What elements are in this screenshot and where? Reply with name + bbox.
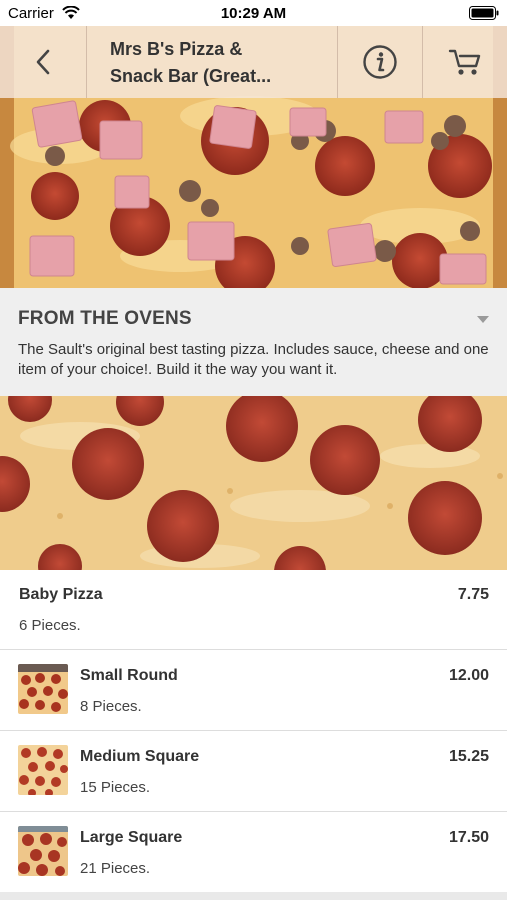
item-thumbnail [18, 826, 68, 876]
category-header[interactable]: FROM THE OVENS The Sault's original best… [0, 288, 507, 396]
item-thumbnail [18, 745, 68, 795]
page-title: Mrs B's Pizza & Snack Bar (Great... [110, 36, 330, 90]
item-name: Large Square [80, 829, 183, 846]
item-description: 15 Pieces. [80, 779, 151, 796]
back-button[interactable] [0, 26, 86, 98]
info-button[interactable] [338, 26, 422, 98]
item-name: Baby Pizza [19, 586, 103, 603]
item-description: 6 Pieces. [19, 617, 81, 634]
item-price: 12.00 [448, 667, 489, 684]
item-thumbnail [18, 664, 68, 714]
cart-icon [448, 49, 481, 75]
category-description: The Sault's original best tasting pizza.… [18, 341, 489, 378]
page-title-line1: Mrs B's Pizza & [110, 39, 243, 59]
chevron-down-icon [477, 316, 489, 323]
menu-list: Baby Pizza 6 Pieces. 7.75 Small Round 8 … [0, 570, 507, 900]
item-name: Small Round [80, 667, 178, 684]
item-price: 15.25 [448, 748, 489, 765]
menu-item-medium-square[interactable]: Medium Square 15 Pieces. 15.25 [0, 732, 507, 812]
info-icon [363, 45, 397, 79]
hero-image-top: Mrs B's Pizza & Snack Bar (Great... [0, 26, 507, 288]
menu-item-small-round[interactable]: Small Round 8 Pieces. 12.00 [0, 651, 507, 731]
battery-icon [469, 6, 499, 20]
nav-divider [86, 26, 87, 98]
status-bar: Carrier 10:29 AM [0, 0, 507, 26]
cart-button[interactable] [423, 26, 507, 98]
item-description: 8 Pieces. [80, 698, 142, 715]
category-image [0, 396, 507, 570]
back-chevron-icon [36, 49, 50, 75]
item-description: 21 Pieces. [80, 860, 151, 877]
list-footer [0, 892, 507, 900]
category-title: FROM THE OVENS [18, 308, 192, 329]
pizza-pepperoni-image [0, 396, 507, 570]
item-price: 17.50 [448, 829, 489, 846]
item-name: Medium Square [80, 748, 200, 765]
item-price: 7.75 [457, 586, 489, 603]
status-time: 10:29 AM [220, 5, 287, 22]
page-title-line2: Snack Bar (Great... [110, 66, 272, 86]
nav-bar: Mrs B's Pizza & Snack Bar (Great... [0, 26, 507, 98]
menu-item-large-square[interactable]: Large Square 21 Pieces. 17.50 [0, 813, 507, 893]
menu-item-baby-pizza[interactable]: Baby Pizza 6 Pieces. 7.75 [0, 570, 507, 650]
